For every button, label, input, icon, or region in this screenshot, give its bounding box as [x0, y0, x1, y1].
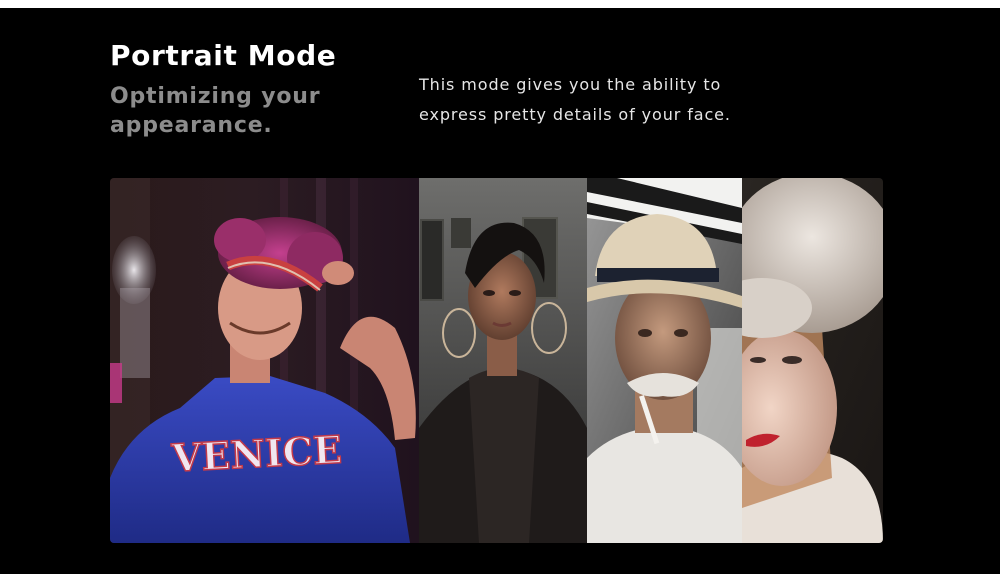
mode-description: This mode gives you the ability to expre… [419, 75, 731, 124]
page: Portrait Mode Optimizing your appearance… [0, 0, 1000, 574]
shirt-text: VENICE [170, 427, 343, 481]
hoops-photo-image [419, 178, 587, 543]
portrait-gallery: VENICE [110, 178, 883, 543]
fur-hat-photo-image [742, 178, 883, 543]
hero-panel: Portrait Mode Optimizing your appearance… [0, 8, 1000, 574]
portrait-photo-man-venice: VENICE [110, 178, 419, 543]
page-subtitle: Optimizing your appearance. [110, 84, 321, 138]
portrait-photo-woman-hoops [419, 178, 587, 543]
old-man-photo-image [587, 178, 742, 543]
page-title: Portrait Mode [110, 39, 337, 72]
portrait-photo-woman-fur-hat [742, 178, 883, 543]
portrait-photo-old-man-hat [587, 178, 742, 543]
venice-photo-image: VENICE [110, 178, 419, 543]
